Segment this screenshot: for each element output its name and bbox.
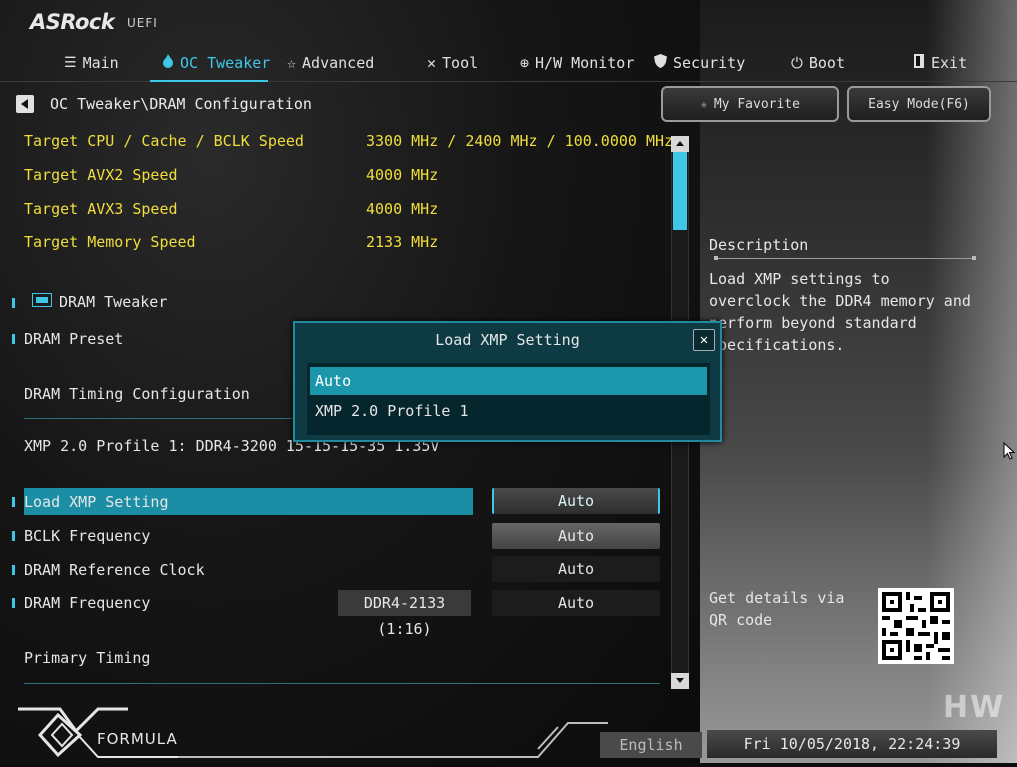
star-icon: ☆ <box>287 54 297 72</box>
mouse-cursor-icon <box>1003 441 1016 464</box>
flame-icon <box>162 52 174 74</box>
bclk-frequency-value[interactable]: Auto <box>492 523 660 549</box>
qr-code <box>878 588 954 664</box>
easy-mode-button[interactable]: Easy Mode(F6) <box>847 86 991 122</box>
item-indicator <box>12 598 15 608</box>
dram-frequency-label[interactable]: DRAM Frequency <box>24 594 150 612</box>
my-favorite-button[interactable]: ★ My Favorite <box>661 86 839 122</box>
top-nav: ☰ Main OC Tweaker ☆ Advanced ✕ Tool ⊕ H/… <box>0 46 1017 80</box>
target-cpu-label: Target CPU / Cache / BCLK Speed <box>24 132 304 150</box>
shield-icon <box>654 52 667 74</box>
dram-frequency-ratio: DDR4-2133 (1:16) <box>338 590 471 638</box>
modal-options-list: Auto XMP 2.0 Profile 1 <box>307 363 710 435</box>
scroll-up-button[interactable] <box>671 136 689 152</box>
breadcrumb: OC Tweaker\DRAM Configuration <box>50 95 312 113</box>
load-xmp-label[interactable]: Load XMP Setting <box>24 493 169 511</box>
power-icon: ⏻ <box>791 54 803 72</box>
item-indicator <box>12 497 15 507</box>
tab-exit[interactable]: Exit <box>913 52 967 74</box>
target-avx2-value: 4000 MHz <box>366 166 439 184</box>
tab-boot[interactable]: ⏻ Boot <box>791 52 845 74</box>
close-icon[interactable]: ✕ <box>693 329 715 351</box>
section-divider <box>24 683 660 684</box>
target-cpu-value: 3300 MHz / 2400 MHz / 100.0000 MHz <box>366 132 674 150</box>
item-indicator <box>12 565 15 575</box>
target-avx3-label: Target AVX3 Speed <box>24 200 178 218</box>
scroll-down-button[interactable] <box>671 673 689 689</box>
description-divider <box>714 256 976 260</box>
tab-advanced[interactable]: ☆ Advanced <box>287 52 374 74</box>
qr-caption: Get details via QR code <box>709 589 845 629</box>
tab-main[interactable]: ☰ Main <box>64 52 119 74</box>
option-auto[interactable]: Auto <box>310 367 707 395</box>
section-divider <box>24 418 292 419</box>
dram-ref-clock-value[interactable]: Auto <box>492 556 660 582</box>
tools-icon: ✕ <box>427 54 437 72</box>
uefi-label: UEFI <box>127 16 158 30</box>
memory-icon <box>32 293 52 307</box>
back-button[interactable] <box>16 95 34 113</box>
target-memory-value: 2133 MHz <box>366 233 439 251</box>
hw-watermark: HW <box>943 690 1006 725</box>
dram-preset-label[interactable]: DRAM Preset <box>24 330 123 348</box>
active-tab-underline <box>150 80 268 82</box>
tab-security[interactable]: Security <box>654 52 745 74</box>
bclk-frequency-label[interactable]: BCLK Frequency <box>24 527 150 545</box>
option-xmp-profile-1[interactable]: XMP 2.0 Profile 1 <box>310 397 707 425</box>
item-indicator <box>12 531 15 541</box>
exit-icon <box>913 52 925 74</box>
target-avx3-value: 4000 MHz <box>366 200 439 218</box>
tab-oc-tweaker[interactable]: OC Tweaker <box>162 52 270 74</box>
target-avx2-label: Target AVX2 Speed <box>24 166 178 184</box>
timing-config-header: DRAM Timing Configuration <box>24 385 250 403</box>
scrollbar-thumb[interactable] <box>673 152 687 230</box>
description-title: Description <box>709 236 809 254</box>
language-button[interactable]: English <box>600 732 702 758</box>
primary-timing-header: Primary Timing <box>24 649 151 667</box>
dram-ref-clock-label[interactable]: DRAM Reference Clock <box>24 561 205 579</box>
monitor-icon: ⊕ <box>520 54 530 72</box>
datetime-display: Fri 10/05/2018, 22:24:39 <box>707 730 997 758</box>
target-memory-label: Target Memory Speed <box>24 233 196 251</box>
tab-tool[interactable]: ✕ Tool <box>427 52 478 74</box>
dram-frequency-value[interactable]: Auto <box>492 590 660 616</box>
asrock-logo: ASRock <box>30 10 115 34</box>
item-indicator <box>12 298 15 308</box>
tab-hw-monitor[interactable]: ⊕ H/W Monitor <box>520 52 634 74</box>
list-icon: ☰ <box>64 55 77 71</box>
item-indicator <box>12 334 15 344</box>
dram-tweaker-link[interactable]: DRAM Tweaker <box>59 293 167 311</box>
load-xmp-value[interactable]: Auto <box>492 488 660 514</box>
description-text: Load XMP settings to overclock the DDR4 … <box>709 270 971 354</box>
load-xmp-modal: Load XMP Setting ✕ Auto XMP 2.0 Profile … <box>293 321 722 442</box>
modal-title: Load XMP Setting <box>435 331 580 349</box>
star-icon: ★ <box>700 96 708 112</box>
formula-brand: FORMULA <box>97 730 178 748</box>
